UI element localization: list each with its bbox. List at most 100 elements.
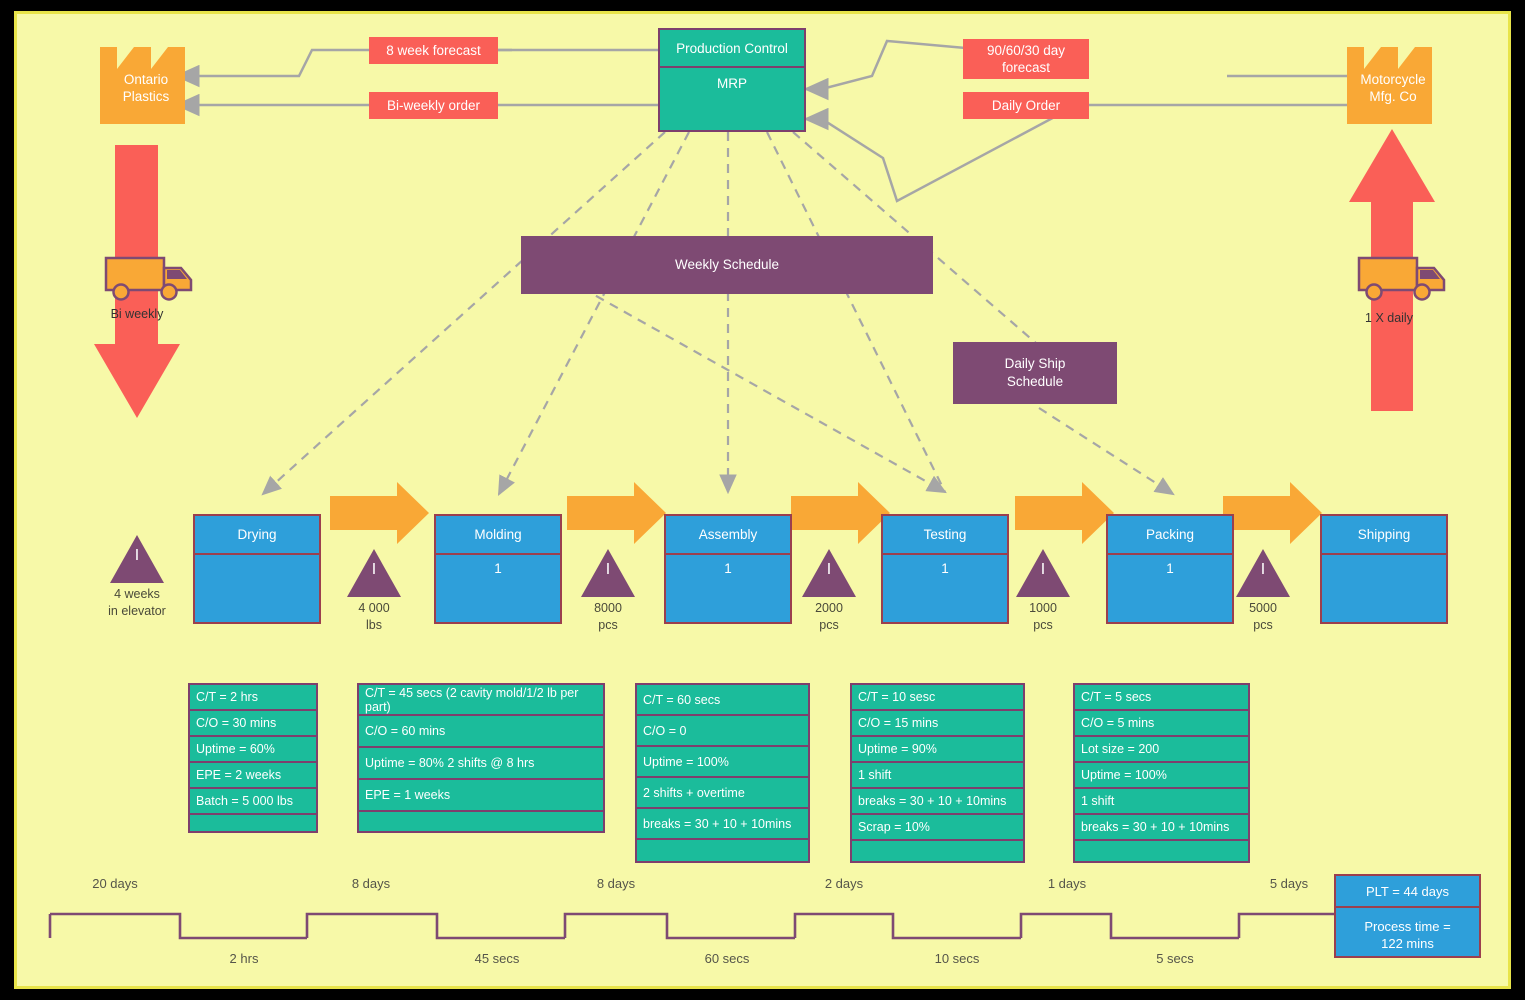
lead-time-label: 5 days xyxy=(1269,876,1309,891)
production-control-box[interactable]: Production Control MRP xyxy=(658,28,806,132)
data-row: C/T = 2 hrs xyxy=(190,685,316,711)
data-row: C/T = 10 sesc xyxy=(852,685,1023,711)
production-control-label: Production Control xyxy=(660,30,804,68)
inventory-amount: 4 000 xyxy=(358,601,390,615)
data-row xyxy=(1075,841,1248,861)
process-box-packing[interactable]: Packing 1 xyxy=(1106,514,1234,624)
data-box-packing[interactable]: C/T = 5 secs C/O = 5 mins Lot size = 200… xyxy=(1073,683,1250,863)
process-name: Molding xyxy=(436,516,560,555)
data-row: Uptime = 90% xyxy=(852,737,1023,763)
process-time-line1: Process time = xyxy=(1364,919,1451,934)
inventory-marker[interactable]: I 8000 pcs xyxy=(581,549,635,634)
inbound-shipment-label: Bi weekly xyxy=(110,307,164,321)
data-row: C/O = 60 mins xyxy=(359,716,603,748)
customer-order-box[interactable]: Daily Order xyxy=(963,92,1089,119)
data-row: Lot size = 200 xyxy=(1075,737,1248,763)
data-row: C/T = 5 secs xyxy=(1075,685,1248,711)
daily-ship-schedule-box[interactable]: Daily Ship Schedule xyxy=(953,342,1117,404)
inventory-marker[interactable]: I 2000 pcs xyxy=(802,549,856,634)
data-row: Uptime = 60% xyxy=(190,737,316,763)
process-time-label: 10 secs xyxy=(934,951,980,966)
data-row: Uptime = 100% xyxy=(637,747,808,778)
lead-time-label: 20 days xyxy=(92,876,138,891)
customer-forecast-box[interactable]: 90/60/30 day forecast xyxy=(963,39,1089,79)
inventory-amount: 1000 xyxy=(1029,601,1057,615)
data-row: C/O = 15 mins xyxy=(852,711,1023,737)
data-box-assembly[interactable]: C/T = 60 secs C/O = 0 Uptime = 100% 2 sh… xyxy=(635,683,810,863)
lead-time-label: 2 days xyxy=(824,876,864,891)
customer-factory[interactable]: Motorcycle Mfg. Co xyxy=(1347,47,1439,115)
process-time-label: 60 secs xyxy=(704,951,750,966)
inventory-marker[interactable]: I 4 weeks in elevator xyxy=(108,535,166,620)
inventory-amount: 5000 xyxy=(1249,601,1277,615)
customer-name-line1: Motorcycle xyxy=(1360,72,1426,87)
data-box-testing[interactable]: C/T = 10 sesc C/O = 15 mins Uptime = 90%… xyxy=(850,683,1025,863)
process-box-shipping[interactable]: Shipping xyxy=(1320,514,1448,624)
data-row: Uptime = 100% xyxy=(1075,763,1248,789)
inventory-marker[interactable]: I 4 000 lbs xyxy=(347,549,401,634)
inventory-amount: 2000 xyxy=(815,601,843,615)
inventory-unit: pcs xyxy=(1253,618,1273,632)
inventory-unit: pcs xyxy=(1033,618,1053,632)
process-box-testing[interactable]: Testing 1 xyxy=(881,514,1009,624)
data-row: C/T = 60 secs xyxy=(637,685,808,716)
outbound-shipment-label: 1 X daily xyxy=(1365,311,1413,325)
process-name: Packing xyxy=(1108,516,1232,555)
daily-ship-line1: Daily Ship xyxy=(1004,356,1066,371)
vsm-canvas: Ontario Plastics Motorcycle Mfg. Co 8 we… xyxy=(14,11,1511,989)
process-time-line2: 122 mins xyxy=(1381,936,1434,951)
operator-count: 1 xyxy=(1166,561,1174,576)
data-row: Batch = 5 000 lbs xyxy=(190,789,316,815)
lead-time-label: 8 days xyxy=(596,876,636,891)
supplier-name-line1: Ontario xyxy=(123,72,169,87)
inventory-unit: in elevator xyxy=(108,604,166,618)
supplier-forecast-box[interactable]: 8 week forecast xyxy=(369,37,498,64)
daily-ship-line2: Schedule xyxy=(1006,374,1064,389)
inventory-marker[interactable]: I 5000 pcs xyxy=(1236,549,1290,634)
lead-time-label: 1 days xyxy=(1047,876,1087,891)
process-name: Testing xyxy=(883,516,1007,555)
weekly-schedule-box[interactable]: Weekly Schedule xyxy=(521,236,933,294)
inventory-marker[interactable]: I 1000 pcs xyxy=(1016,549,1070,634)
operator-count: 1 xyxy=(494,561,502,576)
data-row xyxy=(359,812,603,831)
process-box-assembly[interactable]: Assembly 1 xyxy=(664,514,792,624)
mrp-label: MRP xyxy=(717,76,747,91)
image-frame: Ontario Plastics Motorcycle Mfg. Co 8 we… xyxy=(0,0,1525,1000)
inventory-unit: lbs xyxy=(366,618,382,632)
inventory-amount: 8000 xyxy=(594,601,622,615)
inventory-unit: pcs xyxy=(819,618,839,632)
data-row: C/O = 30 mins xyxy=(190,711,316,737)
data-row: C/O = 5 mins xyxy=(1075,711,1248,737)
supplier-order-box[interactable]: Bi-weekly order xyxy=(369,92,498,119)
summary-box[interactable]: PLT = 44 days Process time = 122 mins xyxy=(1334,874,1481,958)
data-row: 1 shift xyxy=(852,763,1023,789)
data-row xyxy=(190,815,316,837)
operator-count: 1 xyxy=(941,561,949,576)
customer-name-line2: Mfg. Co xyxy=(1369,89,1417,104)
inventory-unit: pcs xyxy=(598,618,618,632)
data-row: Scrap = 10% xyxy=(852,815,1023,841)
process-box-molding[interactable]: Molding 1 xyxy=(434,514,562,624)
process-name: Shipping xyxy=(1322,516,1446,555)
supplier-name-line2: Plastics xyxy=(122,89,170,104)
data-row xyxy=(637,840,808,861)
data-row: breaks = 30 + 10 + 10mins xyxy=(637,809,808,840)
inventory-amount: 4 weeks xyxy=(114,587,160,601)
data-row: C/O = 0 xyxy=(637,716,808,747)
process-box-drying[interactable]: Drying xyxy=(193,514,321,624)
data-row: Uptime = 80% 2 shifts @ 8 hrs xyxy=(359,748,603,780)
data-box-molding[interactable]: C/T = 45 secs (2 cavity mold/1/2 lb per … xyxy=(357,683,605,833)
data-row: breaks = 30 + 10 + 10mins xyxy=(852,789,1023,815)
data-row xyxy=(852,841,1023,861)
lead-time-label: 8 days xyxy=(351,876,391,891)
process-time-label: 5 secs xyxy=(1156,951,1194,966)
data-row: C/T = 45 secs (2 cavity mold/1/2 lb per … xyxy=(359,685,603,716)
data-row: EPE = 2 weeks xyxy=(190,763,316,789)
process-name: Assembly xyxy=(666,516,790,555)
data-row: breaks = 30 + 10 + 10mins xyxy=(1075,815,1248,841)
data-box-drying[interactable]: C/T = 2 hrs C/O = 30 mins Uptime = 60% E… xyxy=(188,683,318,833)
data-row: EPE = 1 weeks xyxy=(359,780,603,812)
supplier-factory[interactable]: Ontario Plastics xyxy=(100,47,192,115)
data-row: 2 shifts + overtime xyxy=(637,778,808,809)
